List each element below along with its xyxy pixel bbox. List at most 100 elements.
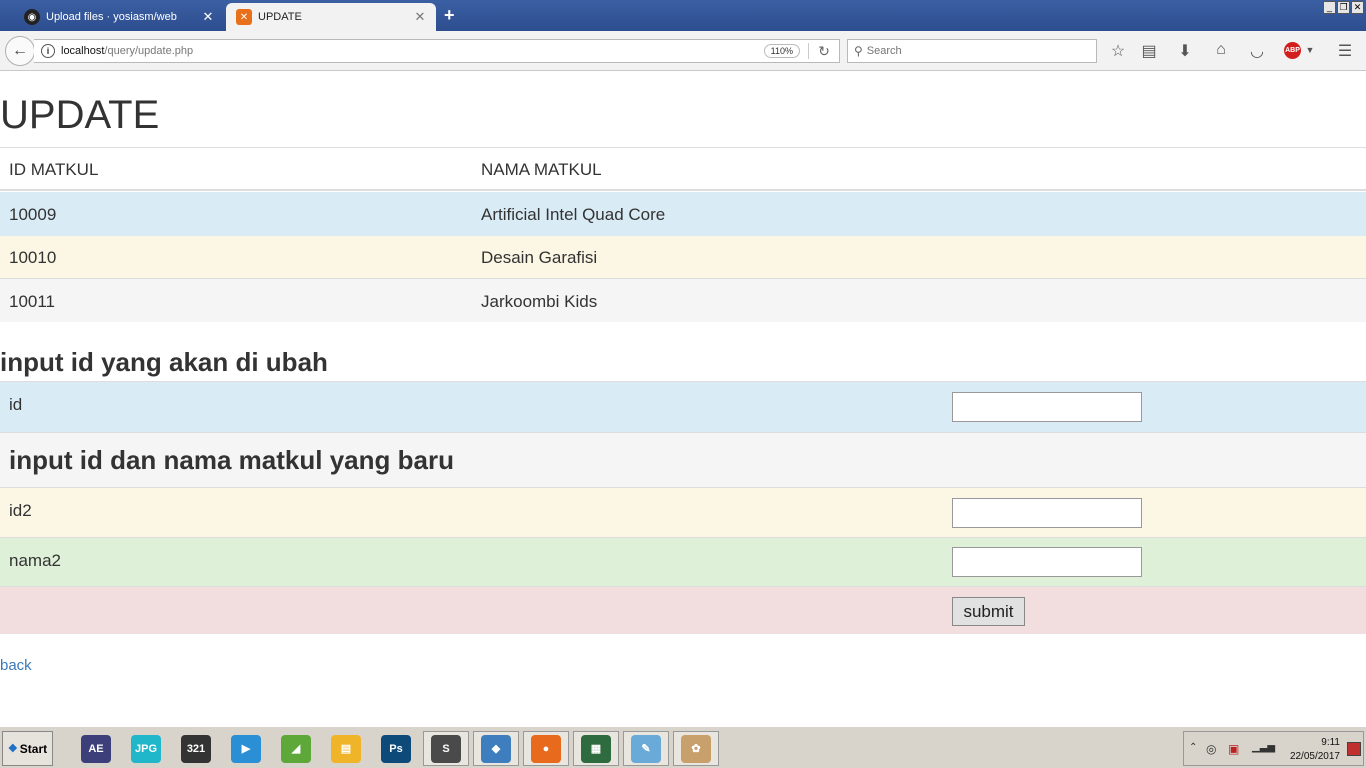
search-box[interactable]: ⚲ [847,39,1097,63]
column-header-id: ID MATKUL [9,160,99,179]
menu-icon[interactable]: ☰ [1334,41,1356,61]
close-icon[interactable]: ✕ [412,9,428,25]
chevron-down-icon[interactable]: ▼ [1299,45,1321,55]
cell-nama: Jarkoombi Kids [481,292,598,311]
taskbar-app-file-explorer[interactable]: ▤ [323,731,369,766]
paint-icon: ✿ [681,734,711,763]
taskbar-app-media-player[interactable]: ▶ [223,731,269,766]
taskbar-app-firefox[interactable]: ● [523,731,569,766]
virtualbox-icon: ◆ [481,734,511,763]
nama2-field[interactable] [952,547,1142,577]
id-label: id [9,395,23,414]
reload-icon[interactable]: ↻ [809,43,839,60]
page-title: UPDATE [0,93,160,137]
pocket-icon[interactable]: ◡ [1246,41,1268,61]
start-button[interactable]: ❖ Start [2,731,53,766]
search-input[interactable] [866,45,1096,57]
windows-logo-icon: ❖ [7,743,18,755]
taskbar-app-task-manager[interactable]: ▦ [573,731,619,766]
url-text[interactable]: localhost/query/update.php [61,45,764,57]
zoom-indicator[interactable]: 110% [763,44,800,58]
form-row-submit: submit [0,586,1366,634]
chevron-up-icon[interactable]: ⌃ [1189,742,1197,753]
tab-label: UPDATE [258,11,302,23]
cell-nama: Desain Garafisi [481,248,598,267]
url-host: localhost [61,45,105,57]
github-icon: ◉ [24,9,40,25]
tab-update[interactable]: ✕ UPDATE ✕ [226,3,436,31]
taskbar-app-notepad[interactable]: ✎ [623,731,669,766]
search-icon: ⚲ [854,44,863,58]
clock-time: 9:11 [1321,737,1340,748]
photoshop-icon: Ps [381,734,411,763]
cell-id: 10011 [9,292,56,311]
table-header: ID MATKUL NAMA MATKUL [0,147,1366,191]
system-tray: ⌃ ◎ ▣ ▁▃▅ 9:11 22/05/2017 [1183,731,1364,766]
form-row-id2: id2 [0,487,1366,537]
table-row: 10009 Artificial Intel Quad Core [0,192,1366,236]
windows-taskbar: ❖ Start AE JPG 321 ▶ ◢ ▤ Ps S ◆ ● ▦ ✎ ✿ ⌃ ◎ ▣ ▁▃▅ 9:… [0,725,1366,768]
taskbar-app-jpg-viewer[interactable]: JPG [123,731,169,766]
navigation-toolbar: ← i localhost/query/update.php 110% ↻ ⚲ … [0,31,1366,71]
column-header-nama: NAMA MATKUL [481,160,602,179]
after-effects-icon: AE [81,734,111,763]
form-heading-old-id: input id yang akan di ubah [0,347,328,377]
home-icon[interactable]: ⌂ [1210,41,1232,59]
sublime-text-icon: S [431,734,461,763]
back-link[interactable]: back [0,657,32,674]
disc-icon[interactable]: ◎ [1206,742,1216,756]
bookmarks-list-icon[interactable]: ▤ [1138,41,1160,61]
bookmark-star-icon[interactable]: ☆ [1107,41,1129,61]
cell-nama: Artificial Intel Quad Core [481,205,666,224]
info-icon[interactable]: i [41,44,55,58]
tab-upload-files[interactable]: ◉ Upload files · yosiasm/web ✕ [14,3,224,31]
taskbar-app-paint[interactable]: ✿ [673,731,719,766]
media-player-icon: ▶ [231,734,261,763]
tab-label: Upload files · yosiasm/web [46,11,177,23]
firefox-icon: ● [531,734,561,763]
clock[interactable]: 9:11 22/05/2017 [1284,736,1340,764]
form-heading-new-data: input id dan nama matkul yang baru [9,445,454,475]
page-content: UPDATE ID MATKUL NAMA MATKUL 10009 Artif… [0,71,1366,725]
cell-id: 10010 [9,248,57,267]
browser-title-bar: ◉ Upload files · yosiasm/web ✕ ✕ UPDATE … [0,0,1366,31]
file-explorer-icon: ▤ [331,734,361,763]
media-player-classic-icon: 321 [181,734,211,763]
taskbar-app-fl-studio[interactable]: ◢ [273,731,319,766]
close-icon[interactable]: ✕ [200,9,216,25]
form-row-heading: input id dan nama matkul yang baru [0,432,1366,487]
table-row: 10011 Jarkoombi Kids [0,279,1366,322]
network-signal-icon[interactable]: ▁▃▅ [1252,742,1275,753]
start-label: Start [19,741,48,756]
notification-icon[interactable] [1347,742,1361,756]
close-window-button[interactable]: ✕ [1351,1,1364,14]
jpg-viewer-icon: JPG [131,734,161,763]
taskbar-app-sublime-text[interactable]: S [423,731,469,766]
download-icon[interactable]: ⬇ [1174,41,1196,61]
security-icon[interactable]: ▣ [1228,742,1239,756]
fl-studio-icon: ◢ [281,734,311,763]
form-row-id: id [0,381,1366,432]
submit-button[interactable]: submit [952,597,1025,626]
taskbar-app-media-player-classic[interactable]: 321 [173,731,219,766]
xampp-icon: ✕ [236,9,252,25]
minimize-button[interactable]: _ [1323,1,1336,14]
clock-date: 22/05/2017 [1289,751,1340,762]
notepad-icon: ✎ [631,734,661,763]
back-button[interactable]: ← [5,36,35,66]
taskbar-app-virtualbox[interactable]: ◆ [473,731,519,766]
url-path: /query/update.php [104,45,194,57]
table-row: 10010 Desain Garafisi [0,236,1366,279]
id-field[interactable] [952,392,1142,422]
maximize-button[interactable]: ❐ [1337,1,1350,14]
taskbar-app-after-effects[interactable]: AE [73,731,119,766]
new-tab-button[interactable]: + [444,5,455,26]
nama2-label: nama2 [9,551,61,570]
id2-field[interactable] [952,498,1142,528]
task-manager-icon: ▦ [581,734,611,763]
id2-label: id2 [9,501,32,520]
taskbar-app-photoshop[interactable]: Ps [373,731,419,766]
window-controls: _ ❐ ✕ [1323,1,1364,14]
address-bar[interactable]: i localhost/query/update.php 110% ↻ [34,39,840,63]
form-row-nama2: nama2 [0,537,1366,586]
